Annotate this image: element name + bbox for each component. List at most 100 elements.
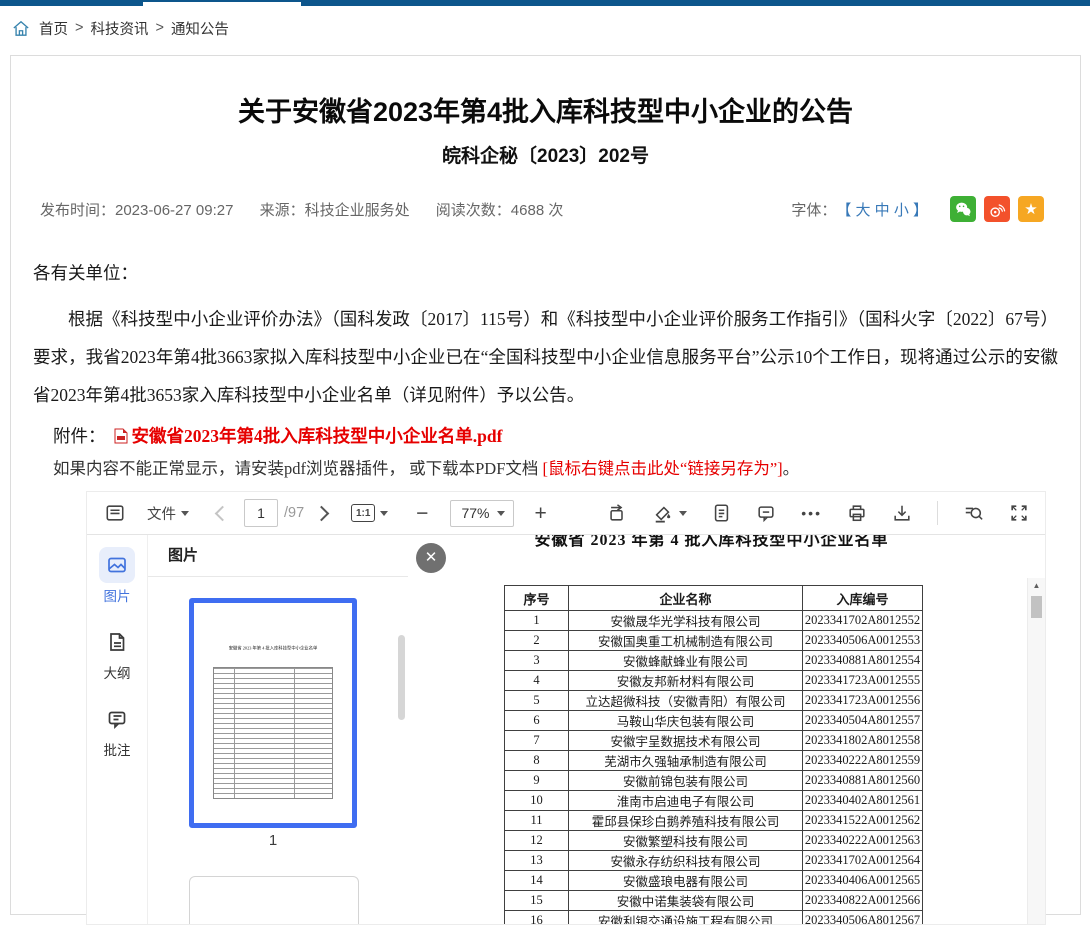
table-row: 3安徽蜂献蜂业有限公司2023340881A8012554 — [505, 651, 923, 671]
table-cell: 13 — [505, 851, 569, 871]
zoom-in-button[interactable]: + — [534, 503, 546, 524]
highlight-tool-button[interactable] — [652, 503, 687, 523]
table-cell: 霍邱县保珍白鹅养殖科技有限公司 — [569, 811, 803, 831]
table-cell: 16 — [505, 911, 569, 925]
favorite-star-icon: ★ — [1024, 202, 1037, 217]
table-cell: 2023340881A8012560 — [803, 771, 923, 791]
top-nav-active-tab[interactable] — [143, 2, 301, 6]
annotation-icon — [106, 708, 128, 730]
table-cell: 15 — [505, 891, 569, 911]
font-size-switcher[interactable]: 【 大 中 小 】 — [836, 199, 928, 220]
document-number: 皖科企秘〔2023〕202号 — [11, 141, 1080, 168]
table-cell: 2023341702A0012564 — [803, 851, 923, 871]
table-cell: 8 — [505, 751, 569, 771]
table-cell: 14 — [505, 871, 569, 891]
table-row: 9安徽前锦包装有限公司2023340881A8012560 — [505, 771, 923, 791]
publish-time: 发布时间：2023-06-27 09:27 — [40, 202, 233, 219]
page-thumbnail-2[interactable] — [189, 876, 359, 924]
weibo-share-button[interactable] — [984, 196, 1010, 222]
table-header-cell: 企业名称 — [569, 586, 803, 611]
meta-right: 字体： 【 大 中 小 】 ★ — [791, 196, 1044, 222]
table-row: 16安徽利银交通设施工程有限公司2023340506A8012567 — [505, 911, 923, 925]
sidebar-toggle-icon[interactable] — [105, 503, 125, 523]
thumbnail-page-number: 1 — [189, 832, 357, 849]
breadcrumb-category[interactable]: 科技资讯 — [90, 18, 148, 39]
table-row: 6马鞍山华庆包装有限公司2023340504A8012557 — [505, 711, 923, 731]
table-row: 10淮南市启迪电子有限公司2023340402A8012561 — [505, 791, 923, 811]
pdf-file-icon — [114, 428, 128, 444]
download-button[interactable] — [892, 503, 912, 523]
zoom-level-select[interactable]: 77% — [450, 500, 514, 527]
pdf-sidebar-rail: 图片 大纲 — [87, 535, 147, 924]
table-row: 7安徽宇呈数据技术有限公司2023341802A8012558 — [505, 731, 923, 751]
pdf-viewer-body: 图片 大纲 — [87, 535, 1045, 924]
pdf-hint-text: 如果内容不能正常显示，请安装pdf浏览器插件， 或下载本PDF文档 — [53, 459, 543, 478]
table-cell: 5 — [505, 691, 569, 711]
sidebar-tab-images[interactable]: 图片 — [87, 547, 147, 605]
meta-left: 发布时间：2023-06-27 09:27 来源：科技企业服务处 阅读次数：46… — [40, 199, 585, 220]
pdf-hint-end: 。 — [783, 459, 800, 478]
weibo-icon — [988, 201, 1006, 218]
wechat-share-button[interactable] — [950, 196, 976, 222]
attachment-link[interactable]: 安徽省2023年第4批入库科技型中小企业名单.pdf — [132, 423, 503, 448]
fit-mode-button[interactable]: 1:1 — [351, 504, 388, 522]
pdf-table-head-row: 序号企业名称入库编号 — [505, 586, 923, 611]
attachment-row: 附件： 安徽省2023年第4批入库科技型中小企业名单.pdf — [11, 423, 1080, 448]
table-cell: 12 — [505, 831, 569, 851]
page-total: /97 — [284, 505, 304, 521]
breadcrumb-separator: > — [75, 20, 83, 36]
table-cell: 2023340222A0012563 — [803, 831, 923, 851]
next-page-button[interactable] — [314, 505, 330, 521]
table-cell: 2 — [505, 631, 569, 651]
page-title: 关于安徽省2023年第4批入库科技型中小企业的公告 — [11, 90, 1080, 129]
toolbar-divider — [937, 501, 938, 525]
favorite-button[interactable]: ★ — [1018, 196, 1044, 222]
attachment-label: 附件： — [53, 423, 106, 448]
previous-page-button[interactable] — [215, 505, 231, 521]
page-thumbnail-1[interactable]: 安徽省 2023 年第 4 批入库科技型中小企业名单 — [189, 598, 357, 828]
table-cell: 11 — [505, 811, 569, 831]
article-meta: 发布时间：2023-06-27 09:27 来源：科技企业服务处 阅读次数：46… — [11, 196, 1080, 222]
outline-icon — [106, 631, 128, 653]
comment-button[interactable] — [756, 503, 776, 523]
table-cell: 2023341723A0012556 — [803, 691, 923, 711]
table-cell: 安徽蜂献蜂业有限公司 — [569, 651, 803, 671]
article-body: 各有关单位： 根据《科技型中小企业评价办法》（国科发政〔2017〕115号）和《… — [11, 260, 1080, 414]
table-cell: 6 — [505, 711, 569, 731]
more-options-button[interactable]: ••• — [801, 505, 822, 521]
breadcrumb-home[interactable]: 首页 — [39, 18, 68, 39]
table-cell: 2023340222A8012559 — [803, 751, 923, 771]
image-icon — [106, 554, 128, 576]
chevron-down-icon — [679, 511, 687, 516]
table-row: 4安徽友邦新材料有限公司2023341723A0012555 — [505, 671, 923, 691]
file-menu-button[interactable]: 文件 — [147, 503, 189, 524]
pdf-toolbar: 文件 /97 1:1 − 77% + — [87, 492, 1045, 535]
save-link-as-hint[interactable]: [鼠标右键点击此处“链接另存为”] — [543, 459, 783, 478]
table-header-cell: 序号 — [505, 586, 569, 611]
pdf-scrollbar-thumb[interactable] — [1031, 596, 1042, 618]
salutation: 各有关单位： — [33, 260, 1058, 286]
print-button[interactable] — [847, 503, 867, 523]
table-cell: 安徽晟华光学科技有限公司 — [569, 611, 803, 631]
top-nav-bar — [0, 0, 1090, 6]
table-cell: 4 — [505, 671, 569, 691]
thumbnail-panel-scrollbar[interactable] — [398, 635, 405, 720]
search-in-document-icon[interactable] — [963, 503, 984, 523]
table-cell: 2023340504A8012557 — [803, 711, 923, 731]
fullscreen-button[interactable] — [1009, 503, 1029, 523]
chevron-down-icon — [380, 511, 388, 516]
fit-1-1-icon: 1:1 — [351, 504, 375, 522]
zoom-out-button[interactable]: − — [416, 503, 428, 524]
table-cell: 3 — [505, 651, 569, 671]
scroll-up-arrow[interactable]: ▲ — [1028, 581, 1045, 590]
sidebar-tab-annotations[interactable]: 批注 — [87, 701, 147, 759]
rotate-page-button[interactable] — [607, 503, 627, 523]
table-row: 14安徽盛琅电器有限公司2023340406A0012565 — [505, 871, 923, 891]
close-panel-button[interactable]: ✕ — [416, 543, 446, 573]
pdf-scrollbar[interactable]: ▲ — [1027, 578, 1045, 924]
page-number-input[interactable] — [244, 499, 278, 527]
document-notes-button[interactable] — [712, 503, 731, 523]
table-cell: 安徽前锦包装有限公司 — [569, 771, 803, 791]
home-icon[interactable] — [12, 20, 30, 37]
sidebar-tab-outline[interactable]: 大纲 — [87, 624, 147, 682]
